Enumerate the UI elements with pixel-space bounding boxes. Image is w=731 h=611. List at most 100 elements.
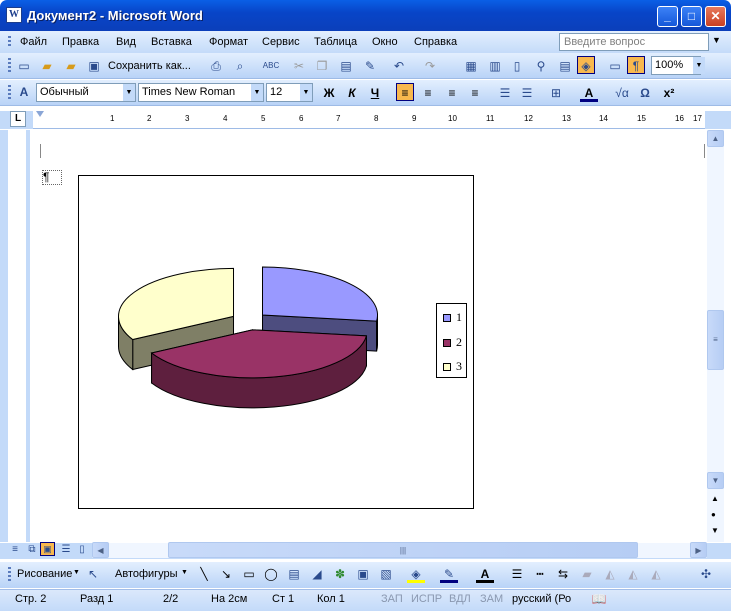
word-app-icon[interactable]: W bbox=[6, 7, 22, 23]
spelling-status-icon[interactable]: 📖 bbox=[590, 590, 608, 608]
scroll-left-icon[interactable]: ◀ bbox=[92, 542, 109, 558]
document-map-icon[interactable]: ▤ bbox=[556, 57, 574, 75]
print-layout-icon[interactable]: ▣ bbox=[40, 542, 55, 556]
web-view-icon[interactable]: ⧉ bbox=[23, 541, 41, 559]
rectangle-tool-icon[interactable]: ▭ bbox=[240, 565, 258, 583]
paste-icon[interactable]: ▤ bbox=[337, 57, 355, 75]
autoshapes-button[interactable]: Автофигуры bbox=[115, 568, 178, 580]
save-as-button[interactable]: Сохранить как... bbox=[108, 60, 191, 72]
print-icon[interactable]: ⎙ bbox=[207, 57, 225, 75]
help-question-input[interactable]: Введите вопрос bbox=[559, 33, 709, 51]
arrow-tool-icon[interactable]: ↘ bbox=[217, 565, 235, 583]
align-left-icon[interactable]: ≡ bbox=[396, 83, 414, 101]
align-center-icon[interactable]: ≡ bbox=[419, 84, 437, 102]
normal-view-icon[interactable]: ≡ bbox=[6, 541, 24, 559]
pie-slice-1[interactable] bbox=[262, 266, 378, 322]
columns-icon[interactable]: ▯ bbox=[508, 57, 526, 75]
menu-window[interactable]: Окно bbox=[372, 36, 398, 48]
show-hide-icon[interactable]: ▭ bbox=[606, 57, 624, 75]
menu-grip[interactable] bbox=[8, 36, 11, 48]
help-dropdown-icon[interactable]: ▼ bbox=[712, 35, 721, 45]
bullets-icon[interactable]: ☰ bbox=[518, 84, 536, 102]
underline-button[interactable]: Ч bbox=[366, 84, 384, 102]
status-extend[interactable]: ВДЛ bbox=[449, 593, 471, 605]
menu-insert[interactable]: Вставка bbox=[151, 36, 192, 48]
symbol-icon[interactable]: Ω bbox=[636, 84, 654, 102]
numbering-icon[interactable]: ☰ bbox=[496, 84, 514, 102]
drawing-dropdown-icon[interactable]: ▼ bbox=[73, 569, 80, 576]
horizontal-ruler[interactable]: 1 2 3 4 5 6 7 8 9 10 11 12 13 14 15 16 1… bbox=[33, 111, 705, 129]
indent-marker-icon[interactable] bbox=[36, 111, 44, 129]
draw-font-color-icon[interactable]: A bbox=[476, 565, 494, 583]
styles-pane-icon[interactable]: A bbox=[15, 83, 33, 101]
menu-edit[interactable]: Правка bbox=[62, 36, 99, 48]
toolbar-options-icon[interactable]: ✣ bbox=[697, 565, 715, 583]
menu-view[interactable]: Вид bbox=[116, 36, 136, 48]
status-record[interactable]: ЗАП bbox=[381, 593, 403, 605]
superscript-icon[interactable]: x² bbox=[660, 84, 678, 102]
print-preview-icon[interactable]: ⌕ bbox=[231, 57, 249, 75]
drawing-icon[interactable]: ⚲ bbox=[532, 57, 550, 75]
scroll-thumb[interactable]: ≡ bbox=[707, 310, 724, 370]
clipart-icon[interactable]: ▣ bbox=[354, 565, 372, 583]
wordart-icon[interactable]: ◢ bbox=[308, 565, 326, 583]
menu-file[interactable]: Файл bbox=[20, 36, 47, 48]
autoshapes-dropdown-icon[interactable]: ▼ bbox=[181, 569, 188, 576]
close-button[interactable]: ✕ bbox=[705, 6, 726, 27]
drawing-toolbar-grip[interactable] bbox=[8, 567, 11, 583]
line-tool-icon[interactable]: ╲ bbox=[195, 565, 213, 583]
textbox-tool-icon[interactable]: ▤ bbox=[285, 565, 303, 583]
insert-excel-icon[interactable]: ▥ bbox=[486, 57, 504, 75]
status-track-changes[interactable]: ИСПР bbox=[411, 593, 442, 605]
chart-object[interactable] bbox=[78, 175, 474, 509]
prev-page-icon[interactable]: ▲ bbox=[711, 494, 719, 503]
formatting-toolbar-grip[interactable] bbox=[8, 85, 11, 101]
borders-icon[interactable]: ⊞ bbox=[547, 84, 565, 102]
next-page-icon[interactable]: ▼ bbox=[711, 526, 719, 535]
diagram-icon[interactable]: ✽ bbox=[331, 565, 349, 583]
menu-tools[interactable]: Сервис bbox=[262, 36, 300, 48]
vertical-scrollbar[interactable]: ▲ ≡ ▼ ▲ ● ▼ bbox=[707, 130, 724, 542]
equation-icon[interactable]: √α bbox=[613, 84, 631, 102]
font-select[interactable]: Times New Roman bbox=[138, 83, 264, 102]
font-size-dropdown-icon[interactable]: ▼ bbox=[300, 84, 312, 101]
font-dropdown-icon[interactable]: ▼ bbox=[251, 84, 263, 101]
style-dropdown-icon[interactable]: ▼ bbox=[123, 84, 135, 101]
horizontal-scroll-thumb[interactable]: ||| bbox=[168, 542, 638, 558]
justify-icon[interactable]: ≡ bbox=[466, 84, 484, 102]
dash-style-icon[interactable]: ┅ bbox=[531, 565, 549, 583]
zoom-dropdown-icon[interactable]: ▼ bbox=[693, 57, 705, 74]
menu-format[interactable]: Формат bbox=[209, 36, 248, 48]
scroll-right-icon[interactable]: ▶ bbox=[690, 542, 707, 558]
scroll-down-icon[interactable]: ▼ bbox=[707, 472, 724, 489]
style-select[interactable]: Обычный bbox=[36, 83, 136, 102]
open-folder-icon[interactable]: ▰ bbox=[38, 57, 56, 75]
menu-table[interactable]: Таблица bbox=[314, 36, 357, 48]
vertical-ruler[interactable] bbox=[8, 130, 26, 542]
maximize-button[interactable]: □ bbox=[681, 6, 702, 27]
bold-button[interactable]: Ж bbox=[320, 84, 338, 102]
new-document-icon[interactable]: ▭ bbox=[15, 57, 33, 75]
menu-help[interactable]: Справка bbox=[414, 36, 457, 48]
fill-color-icon[interactable]: ◈ bbox=[407, 565, 425, 583]
chart-mode-icon[interactable]: ◈ bbox=[577, 56, 595, 74]
picture-icon[interactable]: ▧ bbox=[377, 565, 395, 583]
font-color-icon[interactable]: A bbox=[580, 84, 598, 102]
browse-object-icon[interactable]: ● bbox=[711, 510, 716, 519]
line-color-icon[interactable]: ✎ bbox=[440, 565, 458, 583]
select-objects-icon[interactable]: ↖ bbox=[84, 565, 102, 583]
standard-toolbar-grip[interactable] bbox=[8, 58, 11, 74]
format-painter-icon[interactable]: ✎ bbox=[361, 57, 379, 75]
scroll-up-icon[interactable]: ▲ bbox=[707, 130, 724, 147]
arrow-style-icon[interactable]: ⇆ bbox=[554, 565, 572, 583]
italic-button[interactable]: К bbox=[343, 84, 361, 102]
spelling-icon[interactable]: ABC bbox=[262, 57, 280, 75]
insert-table-icon[interactable]: ▦ bbox=[462, 57, 480, 75]
undo-icon[interactable]: ↶ bbox=[390, 57, 408, 75]
reading-view-icon[interactable]: ▯ bbox=[73, 541, 91, 559]
paragraph-marks-icon[interactable]: ¶ bbox=[627, 56, 645, 74]
horizontal-scrollbar[interactable]: ◀ ||| ▶ bbox=[92, 542, 707, 558]
open-icon[interactable]: ▰ bbox=[62, 57, 80, 75]
drawing-menu-button[interactable]: Рисование bbox=[17, 568, 72, 580]
tab-selector-button[interactable]: L bbox=[10, 111, 26, 127]
